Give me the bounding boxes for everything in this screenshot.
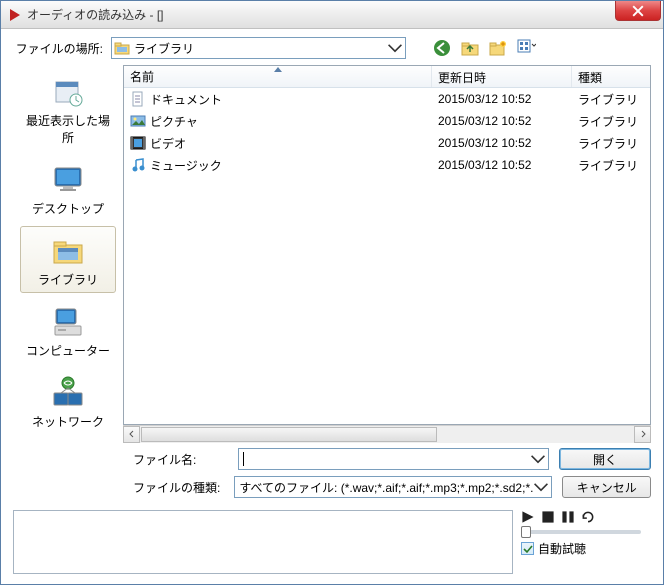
- filetype-value: すべてのファイル: (*.wav;*.aif;*.aif;*.mp3;*.mp2…: [239, 479, 533, 496]
- seek-slider[interactable]: [521, 530, 641, 534]
- new-folder-icon[interactable]: [488, 38, 508, 58]
- file-date: 2015/03/12 10:52: [432, 114, 572, 128]
- filetype-label: ファイルの種類:: [133, 479, 224, 496]
- location-label: ファイルの場所:: [13, 40, 103, 57]
- main-area: 最近表示した場所 デスクトップ ライブラリ: [13, 65, 651, 442]
- file-type: ライブラリ: [572, 113, 650, 130]
- file-date: 2015/03/12 10:52: [432, 92, 572, 106]
- dropdown-icon: [530, 451, 546, 467]
- sidebar-item-label: ネットワーク: [32, 413, 104, 430]
- filename-row: ファイル名: 開く: [13, 448, 651, 470]
- file-name: ピクチャ: [150, 113, 198, 130]
- places-sidebar: 最近表示した場所 デスクトップ ライブラリ: [13, 65, 123, 442]
- horizontal-scrollbar[interactable]: [123, 425, 651, 442]
- sidebar-network[interactable]: ネットワーク: [20, 368, 116, 435]
- titlebar: オーディオの読み込み - []: [1, 1, 663, 29]
- sidebar-recent-places[interactable]: 最近表示した場所: [20, 67, 116, 151]
- dropdown-icon: [533, 479, 549, 495]
- file-list-header: 名前 更新日時 種類: [124, 66, 650, 88]
- desktop-icon: [50, 162, 86, 198]
- network-icon: [50, 375, 86, 411]
- scroll-track[interactable]: [140, 426, 634, 443]
- file-date: 2015/03/12 10:52: [432, 158, 572, 172]
- file-name: ミュージック: [150, 157, 222, 174]
- file-row[interactable]: ビデオ 2015/03/12 10:52ライブラリ: [124, 132, 650, 154]
- file-type: ライブラリ: [572, 157, 650, 174]
- preview-box: [13, 510, 513, 574]
- file-name: ドキュメント: [150, 91, 222, 108]
- location-row: ファイルの場所: ライブラリ: [13, 37, 651, 59]
- music-icon: [130, 157, 146, 173]
- file-list-area: 名前 更新日時 種類 ドキュメント2015/03/12 10:52ライブラリピク…: [123, 65, 651, 425]
- file-type: ライブラリ: [572, 91, 650, 108]
- open-button-label: 開く: [593, 451, 617, 468]
- file-type: ライブラリ: [572, 135, 650, 152]
- sidebar-desktop[interactable]: デスクトップ: [20, 155, 116, 222]
- scroll-left-icon[interactable]: [123, 426, 140, 443]
- player-controls: [521, 510, 595, 524]
- seek-knob[interactable]: [521, 526, 531, 538]
- cancel-button-label: キャンセル: [577, 479, 637, 496]
- sidebar-libraries[interactable]: ライブラリ: [20, 226, 116, 293]
- back-icon[interactable]: [432, 38, 452, 58]
- auto-preview-label: 自動試聴: [538, 540, 586, 557]
- dropdown-icon: [387, 40, 403, 56]
- player-box: 自動試聴: [521, 510, 651, 574]
- file-name: ビデオ: [150, 135, 186, 152]
- close-button[interactable]: [615, 1, 661, 21]
- sidebar-computer[interactable]: コンピューター: [20, 297, 116, 364]
- auto-preview-checkbox[interactable]: [521, 542, 534, 555]
- location-value: ライブラリ: [134, 40, 194, 57]
- dialog-window: オーディオの読み込み - [] ファイルの場所: ライブラリ: [0, 0, 664, 585]
- libraries-icon: [50, 233, 86, 269]
- preview-row: 自動試聴: [13, 510, 651, 574]
- filename-label: ファイル名:: [133, 451, 228, 468]
- scroll-right-icon[interactable]: [634, 426, 651, 443]
- column-header-type[interactable]: 種類: [572, 66, 650, 87]
- sidebar-item-label: コンピューター: [26, 342, 110, 359]
- document-icon: [130, 91, 146, 107]
- column-header-date[interactable]: 更新日時: [432, 66, 572, 87]
- location-combo[interactable]: ライブラリ: [111, 37, 406, 59]
- column-header-name[interactable]: 名前: [124, 66, 432, 87]
- loop-icon[interactable]: [581, 510, 595, 524]
- column-date-label: 更新日時: [438, 71, 486, 85]
- sort-ascending-icon: [274, 67, 282, 72]
- open-button[interactable]: 開く: [559, 448, 651, 470]
- sidebar-item-label: 最近表示した場所: [23, 112, 113, 146]
- video-icon: [130, 135, 146, 151]
- app-icon: [7, 7, 23, 23]
- auto-preview-row: 自動試聴: [521, 540, 586, 557]
- folder-icon: [114, 40, 130, 56]
- cancel-button[interactable]: キャンセル: [562, 476, 651, 498]
- file-date: 2015/03/12 10:52: [432, 136, 572, 150]
- sidebar-item-label: デスクトップ: [32, 200, 104, 217]
- dialog-body: ファイルの場所: ライブラリ: [1, 29, 663, 584]
- up-folder-icon[interactable]: [460, 38, 480, 58]
- sidebar-item-label: ライブラリ: [38, 271, 98, 288]
- window-title: オーディオの読み込み - []: [27, 6, 164, 23]
- file-row[interactable]: ピクチャ 2015/03/12 10:52ライブラリ: [124, 110, 650, 132]
- file-row[interactable]: ドキュメント 2015/03/12 10:52ライブラリ: [124, 88, 650, 110]
- text-cursor: [243, 452, 244, 466]
- file-list[interactable]: ドキュメント2015/03/12 10:52ライブラリピクチャ2015/03/1…: [124, 88, 650, 424]
- scroll-thumb[interactable]: [141, 427, 437, 442]
- picture-icon: [130, 113, 146, 129]
- toolbar-icons: [432, 38, 536, 58]
- column-type-label: 種類: [578, 71, 602, 85]
- filetype-row: ファイルの種類: すべてのファイル: (*.wav;*.aif;*.aif;*.…: [13, 476, 651, 498]
- computer-icon: [50, 304, 86, 340]
- filename-combo[interactable]: [238, 448, 549, 470]
- play-icon[interactable]: [521, 510, 535, 524]
- filetype-combo[interactable]: すべてのファイル: (*.wav;*.aif;*.aif;*.mp3;*.mp2…: [234, 476, 552, 498]
- pause-icon[interactable]: [561, 510, 575, 524]
- file-row[interactable]: ミュージック 2015/03/12 10:52ライブラリ: [124, 154, 650, 176]
- view-menu-icon[interactable]: [516, 38, 536, 58]
- recent-places-icon: [50, 74, 86, 110]
- stop-icon[interactable]: [541, 510, 555, 524]
- column-name-label: 名前: [130, 68, 154, 85]
